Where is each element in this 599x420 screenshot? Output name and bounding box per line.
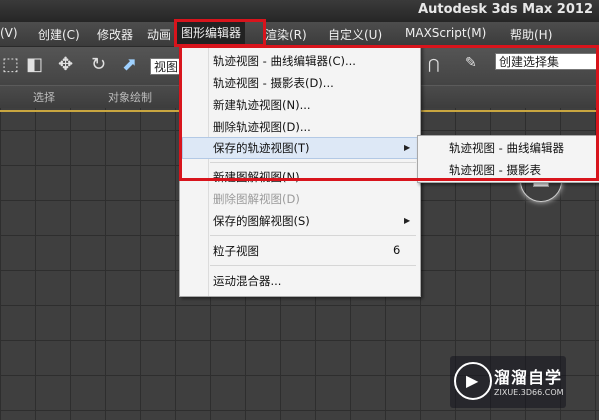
menu-item-saved-track-views[interactable]: 保存的轨迹视图(T) bbox=[213, 140, 310, 156]
graph-editors-menu: 轨迹视图 - 曲线编辑器(C)... 轨迹视图 - 摄影表(D)... 新建轨迹… bbox=[179, 45, 421, 297]
menu-item-saved-schematic-views[interactable]: 保存的图解视图(S) bbox=[213, 213, 310, 229]
menu-separator bbox=[210, 265, 416, 266]
rotate-icon[interactable]: ↻ bbox=[91, 55, 106, 75]
menu-item-delete-track-view[interactable]: 删除轨迹视图(D)... bbox=[213, 119, 311, 135]
menu-customize[interactable]: 自定义(U) bbox=[328, 26, 382, 43]
menu-gutter bbox=[208, 46, 209, 296]
particle-view-shortcut: 6 bbox=[393, 243, 401, 257]
menu-separator bbox=[210, 162, 416, 163]
menu-item-new-track-view[interactable]: 新建轨迹视图(N)... bbox=[213, 97, 311, 113]
menu-item-delete-schematic-view: 删除图解视图(D) bbox=[213, 192, 300, 206]
menu-item-particle-view[interactable]: 粒子视图 bbox=[213, 243, 259, 259]
menu-view[interactable]: (V) bbox=[0, 26, 18, 40]
submenu-item-dope-sheet[interactable]: 轨迹视图 - 摄影表 bbox=[449, 162, 541, 178]
menu-bar: (V) 创建(C) 修改器 动画 图形编辑器 渲染(R) 自定义(U) MAXS… bbox=[0, 22, 599, 47]
menu-modifiers[interactable]: 修改器 bbox=[97, 26, 133, 43]
menu-item-dope-sheet[interactable]: 轨迹视图 - 摄影表(D)... bbox=[213, 75, 334, 91]
snap-magnet-icon[interactable]: ⋂ bbox=[428, 55, 439, 75]
menu-maxscript[interactable]: MAXScript(M) bbox=[405, 26, 486, 40]
move-icon[interactable]: ✥ bbox=[58, 55, 73, 75]
menu-create[interactable]: 创建(C) bbox=[38, 26, 80, 43]
saved-track-views-submenu: 轨迹视图 - 曲线编辑器 轨迹视图 - 摄影表 bbox=[417, 135, 599, 183]
menu-help[interactable]: 帮助(H) bbox=[510, 26, 552, 43]
menu-item-curve-editor[interactable]: 轨迹视图 - 曲线编辑器(C)... bbox=[213, 53, 356, 69]
menu-graph-editors[interactable]: 图形编辑器 bbox=[177, 22, 246, 45]
ribbon-tab-selection[interactable]: 选择 bbox=[33, 89, 55, 105]
submenu-item-curve-editor[interactable]: 轨迹视图 - 曲线编辑器 bbox=[449, 140, 564, 156]
submenu-arrow-icon: ▶ bbox=[404, 216, 411, 225]
scale-icon[interactable]: ⬈ bbox=[122, 55, 137, 75]
edit-named-selection-icon[interactable]: ✎ bbox=[465, 53, 477, 73]
menu-separator bbox=[210, 235, 416, 236]
title-bar: Autodesk 3ds Max 2012 bbox=[0, 0, 599, 22]
watermark: ▶ 溜溜自学 ZIXUE.3D66.COM bbox=[450, 356, 566, 408]
watermark-name: 溜溜自学 bbox=[494, 368, 563, 387]
submenu-arrow-icon: ▶ bbox=[404, 143, 411, 152]
menu-item-motion-mixer[interactable]: 运动混合器... bbox=[213, 273, 281, 289]
watermark-url: ZIXUE.3D66.COM bbox=[494, 388, 564, 397]
reference-coord-combo[interactable]: 视图 bbox=[150, 58, 180, 75]
menu-animation[interactable]: 动画 bbox=[147, 26, 171, 43]
ribbon-tab-object-paint[interactable]: 对象绘制 bbox=[108, 89, 152, 105]
app-title: Autodesk 3ds Max 2012 bbox=[418, 2, 593, 17]
select-region-icon[interactable]: ⬚ bbox=[2, 55, 19, 75]
named-selection-set-input[interactable]: 创建选择集 bbox=[495, 53, 599, 70]
play-logo-icon: ▶ bbox=[454, 362, 492, 400]
menu-rendering[interactable]: 渲染(R) bbox=[265, 26, 307, 43]
window-crossing-icon[interactable]: ◧ bbox=[26, 55, 43, 75]
menu-item-new-schematic-view[interactable]: 新建图解视图(N) bbox=[213, 169, 300, 185]
